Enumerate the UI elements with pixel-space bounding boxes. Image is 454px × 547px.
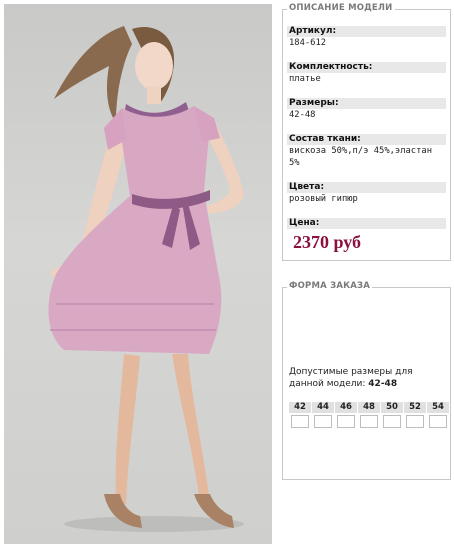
set-value: платье [289, 74, 321, 84]
model-description-panel: ОПИСАНИЕ МОДЕЛИ Артикул: 184-612 Комплек… [282, 3, 451, 261]
size-label: 44 [312, 402, 334, 413]
size-quantity-input[interactable] [337, 415, 355, 428]
article-value: 184-612 [289, 38, 327, 48]
size-option: 54 [427, 402, 449, 428]
order-form-legend: ФОРМА ЗАКАЗА [287, 281, 373, 291]
fabric-value: вискоза 50%,п/э 45%,эластан 5% [289, 146, 432, 168]
size-quantity-input[interactable] [291, 415, 309, 428]
size-label: 48 [358, 402, 380, 413]
allowed-sizes-range: 42-48 [368, 379, 398, 389]
size-quantity-input[interactable] [429, 415, 447, 428]
size-label: 52 [404, 402, 426, 413]
product-photo [4, 4, 272, 544]
fabric-label: Состав ткани: [287, 134, 446, 145]
size-quantity-input[interactable] [406, 415, 424, 428]
size-option: 42 [289, 402, 311, 428]
size-label: 46 [335, 402, 357, 413]
model-description-legend: ОПИСАНИЕ МОДЕЛИ [287, 3, 395, 13]
price-label: Цена: [287, 218, 446, 229]
sizes-value: 42-48 [289, 110, 316, 120]
article-label: Артикул: [287, 26, 446, 37]
size-label: 42 [289, 402, 311, 413]
set-label: Комплектность: [287, 62, 446, 73]
size-option: 44 [312, 402, 334, 428]
price-value: 2370 руб [293, 232, 362, 252]
allowed-sizes-text: Допустимые размеры для данной модели: 42… [289, 366, 449, 390]
size-option: 48 [358, 402, 380, 428]
colors-label: Цвета: [287, 182, 446, 193]
size-option: 46 [335, 402, 357, 428]
size-option: 50 [381, 402, 403, 428]
size-label: 54 [427, 402, 449, 413]
size-quantity-input[interactable] [314, 415, 332, 428]
size-selector: 42 44 46 48 50 52 54 [289, 402, 449, 428]
model-illustration [48, 26, 244, 532]
colors-value: розовый гипюр [289, 194, 358, 204]
size-quantity-input[interactable] [360, 415, 378, 428]
sizes-label: Размеры: [287, 98, 446, 109]
order-form-panel: ФОРМА ЗАКАЗА Допустимые размеры для данн… [282, 281, 451, 480]
size-quantity-input[interactable] [383, 415, 401, 428]
size-option: 52 [404, 402, 426, 428]
size-label: 50 [381, 402, 403, 413]
